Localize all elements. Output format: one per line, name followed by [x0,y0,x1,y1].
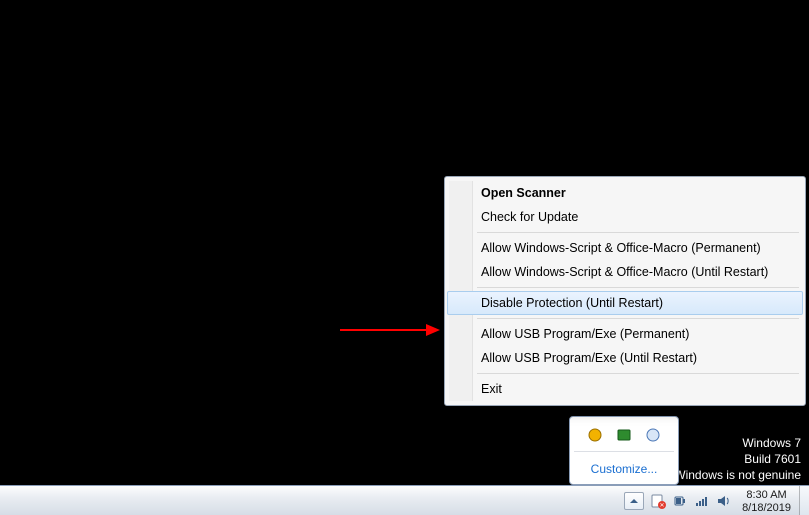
clock-date: 8/18/2019 [742,502,791,515]
tray-overflow-icons [574,421,674,447]
context-menu-separator [477,232,799,233]
tray-customize-link[interactable]: Customize... [574,456,674,478]
tray-icon-generic-3[interactable] [645,427,661,443]
context-menu-item[interactable]: Allow Windows-Script & Office-Macro (Unt… [447,260,803,284]
context-menu-item[interactable]: Allow USB Program/Exe (Permanent) [447,322,803,346]
battery-icon[interactable] [672,493,688,509]
context-menu-item[interactable]: Exit [447,377,803,401]
annotation-arrow [340,320,440,340]
context-menu-separator [477,373,799,374]
context-menu-separator [477,287,799,288]
tray-icon-generic-2[interactable] [616,427,632,443]
context-menu-separator [477,318,799,319]
context-menu-items: Open ScannerCheck for Update Allow Window… [447,181,803,401]
context-menu-item[interactable]: Disable Protection (Until Restart) [447,291,803,315]
taskbar: ✕ 8:30 AM 8/18/2019 [0,485,809,515]
volume-icon[interactable] [716,493,732,509]
system-tray: ✕ [624,486,738,515]
tray-icon-generic-1[interactable] [587,427,603,443]
action-center-icon[interactable]: ✕ [650,493,666,509]
context-menu-item[interactable]: Open Scanner [447,181,803,205]
show-desktop-button[interactable] [799,486,809,515]
tray-show-hidden-button[interactable] [624,492,644,510]
context-menu-item[interactable]: Allow USB Program/Exe (Until Restart) [447,346,803,370]
tray-context-menu: Open ScannerCheck for Update Allow Window… [444,176,806,406]
context-menu-item[interactable]: Allow Windows-Script & Office-Macro (Per… [447,236,803,260]
taskbar-clock[interactable]: 8:30 AM 8/18/2019 [738,487,799,515]
tray-overflow-popup: Customize... [569,416,679,485]
clock-time: 8:30 AM [742,489,791,502]
tray-popup-separator [574,451,674,452]
context-menu-item[interactable]: Check for Update [447,205,803,229]
svg-text:✕: ✕ [660,503,665,509]
network-icon[interactable] [694,493,710,509]
